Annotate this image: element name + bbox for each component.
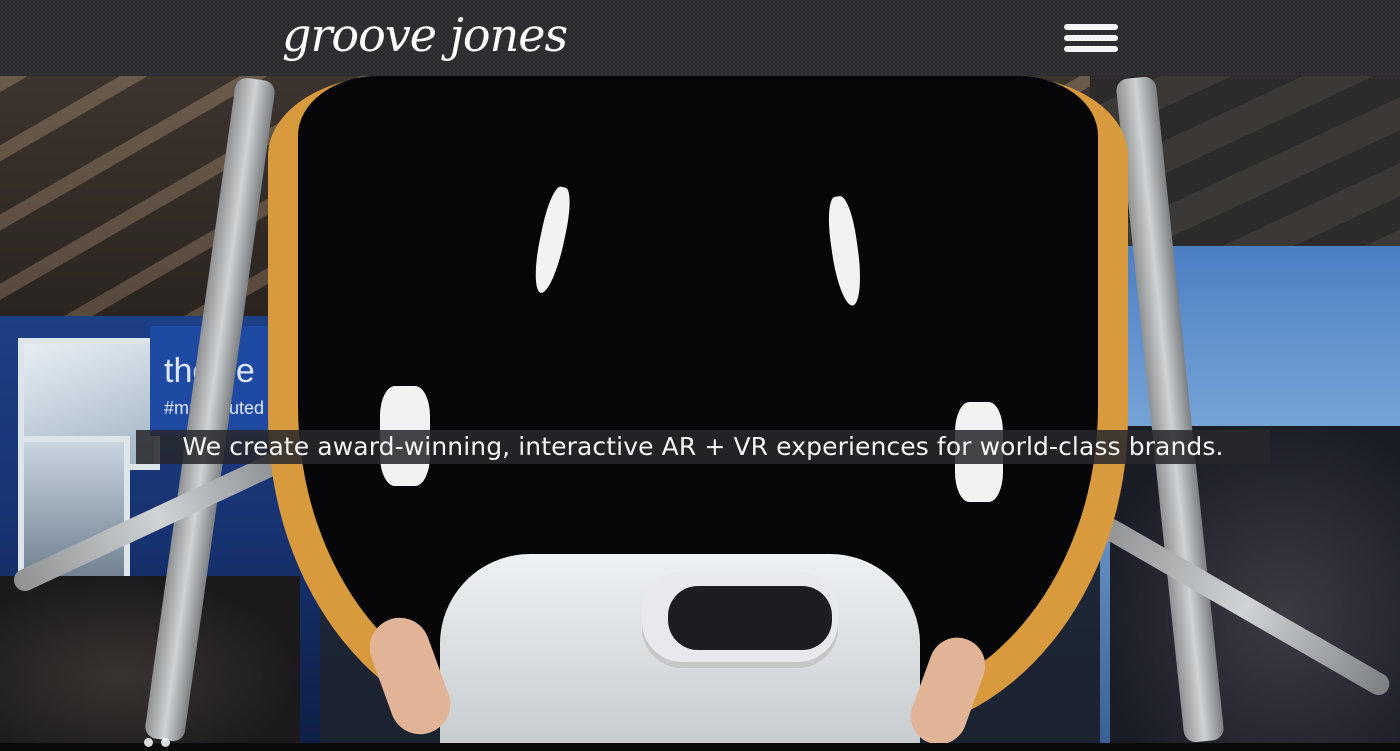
logo-wordmark: groove jones: [282, 8, 568, 62]
menu-bar: [1064, 24, 1118, 30]
vr-headset-visor: [668, 586, 832, 650]
site-header: groove jones: [0, 0, 1400, 76]
hero-video-background: thevie #mr minuted: [0, 76, 1400, 743]
hamburger-menu-icon[interactable]: [1062, 20, 1120, 56]
slider-dots[interactable]: [144, 732, 178, 751]
crowd-right: [1110, 426, 1400, 743]
menu-bar: [1064, 35, 1118, 41]
hero-tagline: We create award-winning, interactive AR …: [136, 430, 1270, 464]
brand-logo[interactable]: groove jones: [282, 6, 568, 70]
menu-bar: [1064, 46, 1118, 52]
